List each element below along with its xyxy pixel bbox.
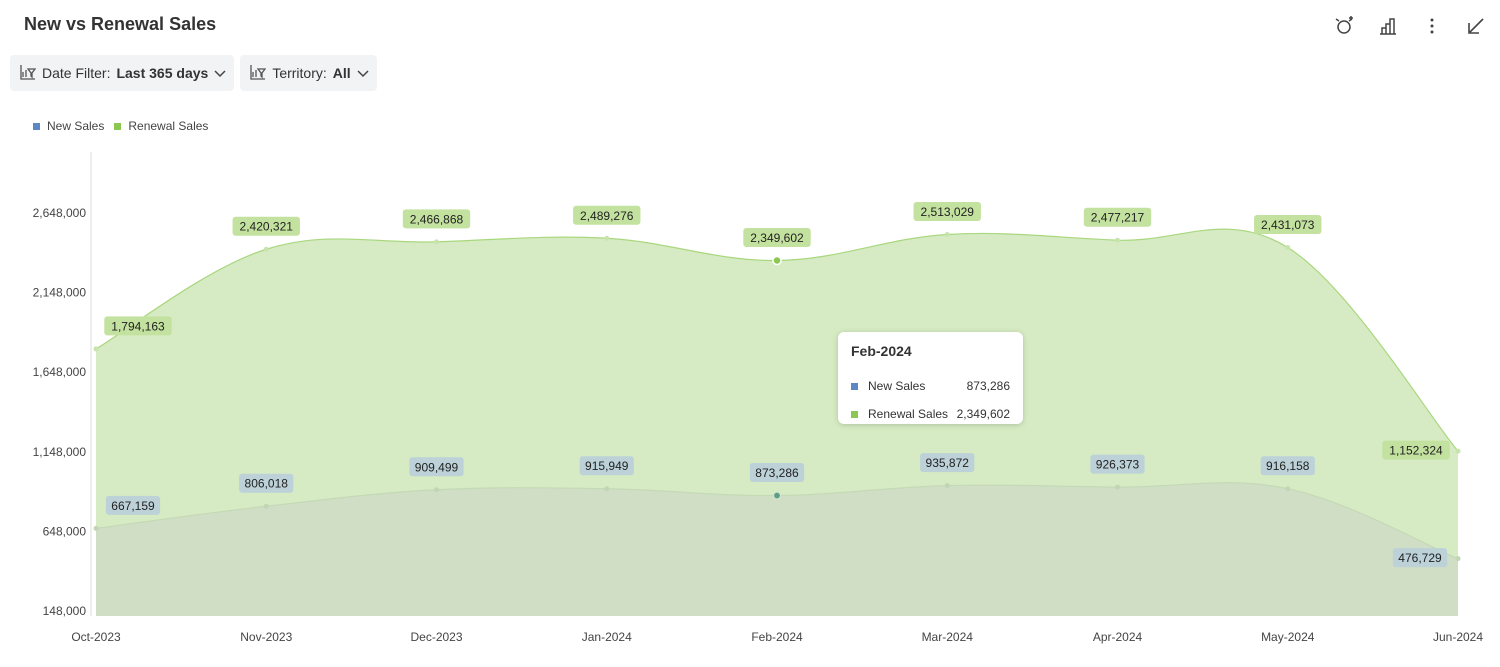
new-sales-data-label: 916,158 (1266, 459, 1310, 473)
x-tick-label: Nov-2023 (240, 630, 292, 644)
renewal-sales-data-label: 2,466,868 (410, 212, 464, 226)
renewal-sales-data-label: 2,489,276 (580, 209, 634, 223)
new-sales-point (93, 525, 99, 531)
renewal-sales-data-label: 2,349,602 (750, 231, 804, 245)
renewal-sales-point (263, 246, 269, 252)
renewal-sales-point (434, 239, 439, 245)
renewal-sales-point (93, 346, 99, 352)
new-sales-point (772, 491, 782, 500)
renewal-sales-point (944, 231, 950, 237)
y-tick-label: 1,148,000 (33, 445, 87, 459)
new-sales-point (434, 487, 439, 493)
tooltip-swatch-renewal-sales (851, 410, 858, 418)
y-tick-label: 648,000 (43, 524, 87, 538)
renewal-sales-data-label: 2,477,217 (1091, 211, 1145, 225)
area-chart: 148,000 648,000 1,148,000 1,648,000 2,148,00… (33, 152, 1483, 644)
x-tick-label: Apr-2024 (1093, 630, 1143, 644)
new-sales-data-label: 926,373 (1096, 458, 1140, 472)
renewal-sales-data-label: 2,513,029 (921, 205, 975, 219)
y-tick-label: 2,148,000 (33, 286, 87, 300)
y-tick-label: 148,000 (43, 604, 87, 618)
y-tick-label: 2,648,000 (33, 206, 87, 220)
new-sales-data-label: 667,159 (111, 499, 155, 513)
new-sales-point (1115, 484, 1120, 490)
x-tick-label: Mar-2024 (922, 630, 974, 644)
new-sales-point (1455, 556, 1461, 562)
renewal-sales-point (1285, 245, 1291, 251)
renewal-sales-data-label: 2,420,321 (240, 220, 294, 234)
new-sales-data-label: 476,729 (1398, 551, 1442, 565)
new-sales-data-label: 806,018 (245, 477, 289, 491)
y-tick-label: 1,648,000 (33, 365, 87, 379)
new-sales-data-label: 873,286 (755, 466, 799, 480)
x-tick-label: May-2024 (1261, 630, 1315, 644)
renewal-sales-point (1115, 237, 1120, 243)
chart-tooltip: Feb-2024 New Sales 873,286 Renewal Sales… (838, 332, 1023, 424)
renewal-sales-point (1455, 448, 1461, 454)
tooltip-row-renewal-sales: Renewal Sales 2,349,602 (851, 400, 1010, 428)
tooltip-title: Feb-2024 (851, 343, 912, 359)
x-tick-label: Dec-2023 (410, 630, 462, 644)
new-sales-data-label: 909,499 (415, 460, 459, 474)
tooltip-row-new-sales: New Sales 873,286 (851, 372, 1010, 400)
new-sales-point (604, 486, 610, 492)
renewal-sales-point (772, 255, 782, 266)
new-sales-point (1285, 486, 1291, 492)
tooltip-value: 2,349,602 (956, 407, 1010, 421)
x-tick-label: Jan-2024 (582, 630, 632, 644)
tooltip-label: Renewal Sales (868, 407, 949, 421)
new-sales-data-label: 915,949 (585, 459, 629, 473)
renewal-sales-data-label: 1,794,163 (111, 319, 165, 333)
new-sales-data-label: 935,872 (926, 456, 970, 470)
renewal-sales-point (604, 235, 610, 241)
tooltip-label: New Sales (868, 379, 926, 393)
x-tick-label: Feb-2024 (751, 630, 803, 644)
tooltip-value: 873,286 (966, 379, 1010, 393)
new-sales-point (263, 503, 269, 509)
new-sales-point (944, 483, 950, 489)
x-tick-label: Oct-2023 (71, 630, 121, 644)
renewal-sales-data-label: 1,152,324 (1389, 444, 1443, 458)
tooltip-swatch-new-sales (851, 382, 858, 390)
x-tick-label: Jun-2024 (1433, 630, 1483, 644)
renewal-sales-data-label: 2,431,073 (1261, 218, 1315, 232)
